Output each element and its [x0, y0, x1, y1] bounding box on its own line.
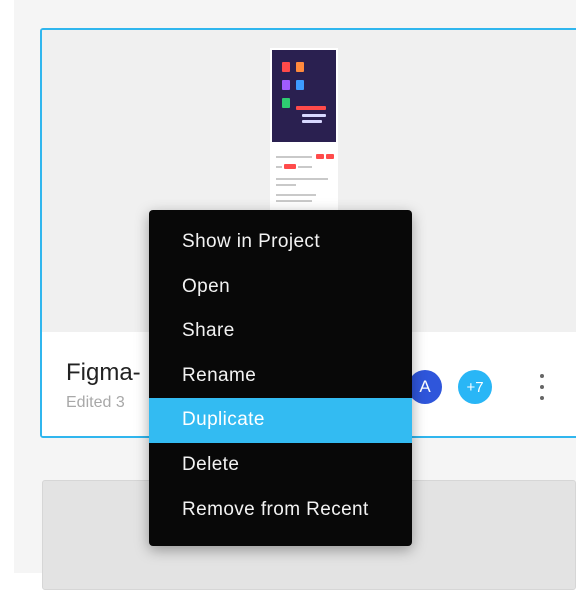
- thumbnail-cover-art: [272, 50, 336, 142]
- menu-item-duplicate[interactable]: Duplicate: [149, 398, 412, 443]
- menu-item-remove-from-recent[interactable]: Remove from Recent: [149, 488, 412, 533]
- more-collaborators-badge[interactable]: +7: [458, 370, 492, 404]
- file-edited-time: Edited 3: [66, 394, 125, 411]
- menu-item-open[interactable]: Open: [149, 265, 412, 310]
- file-title[interactable]: Figma-: [66, 359, 141, 387]
- collaborator-avatar[interactable]: A: [408, 370, 442, 404]
- menu-item-show-in-project[interactable]: Show in Project: [149, 220, 412, 265]
- menu-item-delete[interactable]: Delete: [149, 443, 412, 488]
- window-edge: [0, 0, 14, 573]
- more-vertical-icon[interactable]: [532, 368, 552, 406]
- menu-item-share[interactable]: Share: [149, 309, 412, 354]
- menu-item-rename[interactable]: Rename: [149, 354, 412, 399]
- context-menu: Show in Project Open Share Rename Duplic…: [149, 210, 412, 546]
